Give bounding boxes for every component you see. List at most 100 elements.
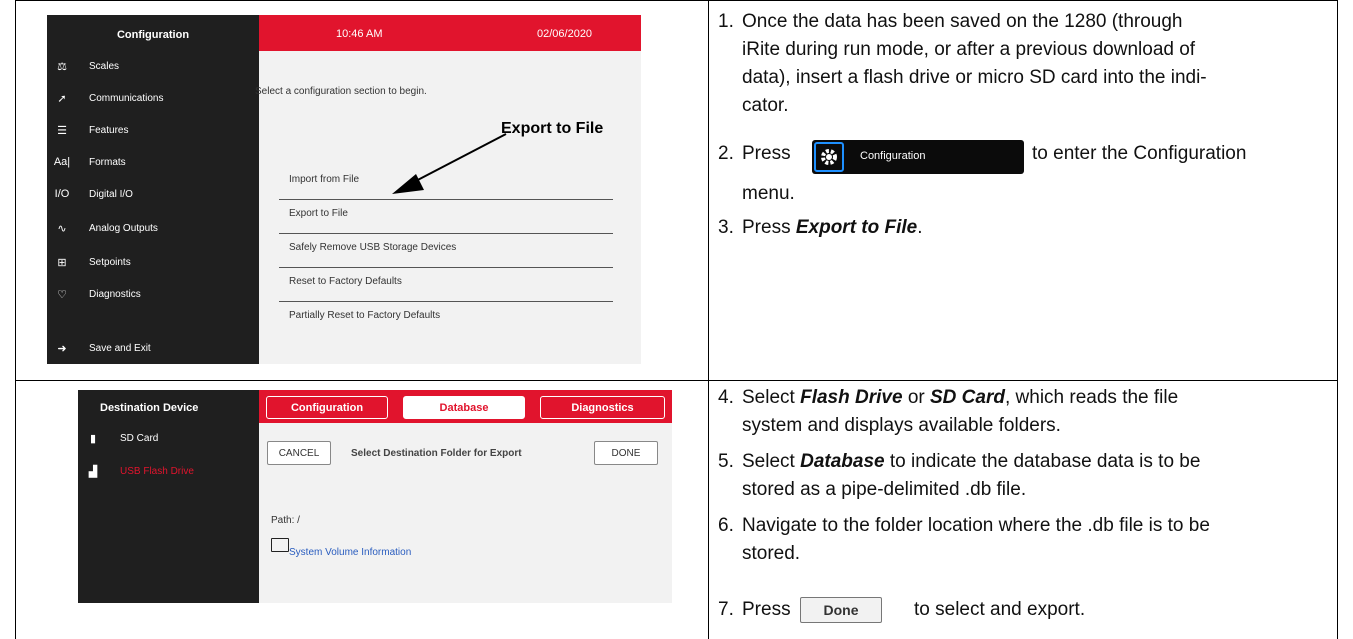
tab-diagnostics[interactable]: Diagnostics (540, 396, 665, 419)
step-6: 6. Navigate to the folder location where… (718, 512, 1328, 572)
sidebar-item-label: Communications (89, 92, 164, 104)
device-usb-flash-drive[interactable]: ▟ USB Flash Drive (78, 465, 259, 478)
table-border-top (15, 0, 1338, 1)
step-2-continuation: menu. (742, 183, 795, 204)
sidebar-item-communications[interactable]: ➚ Communications (47, 88, 259, 108)
menu-item-partial-reset[interactable]: Partially Reset to Factory Defaults (289, 310, 440, 321)
step-line: Navigate to the folder location where th… (742, 515, 1210, 536)
step-text: Once the data has been saved on the 1280… (742, 8, 1207, 120)
step-text-part: Select (742, 451, 795, 472)
sidebar-item-formats[interactable]: Aa| Formats (47, 152, 259, 172)
save-exit-icon: ➜ (57, 342, 67, 355)
menu-item-import[interactable]: Import from File (289, 174, 359, 185)
sidebar-title: Configuration (116, 29, 190, 41)
sidebar-item-setpoints[interactable]: ⊞ Setpoints (47, 252, 259, 272)
step-text-part: to indicate the database data is to be (889, 451, 1201, 472)
diagnostics-icon: ♡ (57, 288, 67, 301)
menu-item-reset[interactable]: Reset to Factory Defaults (289, 276, 402, 287)
step-emphasis: Flash Drive (800, 387, 903, 408)
sidebar-item-label: Diagnostics (89, 288, 141, 300)
sd-card-icon: ▮ (89, 433, 97, 445)
sidebar-item-diagnostics[interactable]: ♡ Diagnostics (47, 284, 259, 304)
step-text-part: or (907, 387, 925, 408)
analog-outputs-icon: ∿ (57, 222, 67, 235)
step-number: 5. (718, 451, 734, 472)
step-text: Press (742, 143, 791, 164)
table-divider-vertical (708, 0, 709, 639)
step-text: Select Flash Drive or SD Card, which rea… (742, 384, 1178, 440)
table-border-left (15, 0, 16, 639)
destination-sidebar: Destination Device (78, 390, 259, 603)
done-button[interactable]: DONE (594, 441, 658, 465)
menu-divider (279, 199, 613, 200)
step-text: Navigate to the folder location where th… (742, 512, 1210, 568)
scales-icon: ⚖ (57, 60, 67, 73)
time-readout: 10:46 AM (336, 28, 383, 40)
sidebar-item-analog-outputs[interactable]: ∿ Analog Outputs (47, 218, 259, 238)
tab-database[interactable]: Database (403, 396, 525, 419)
step-line: stored as a pipe-delimited .db file. (742, 479, 1027, 500)
tab-configuration[interactable]: Configuration (266, 396, 388, 419)
button-label: Configuration (860, 150, 926, 162)
sidebar-item-features[interactable]: ☰ Features (47, 120, 259, 140)
folder-prompt: Select Destination Folder for Export (351, 448, 522, 459)
sidebar-item-digital-i-o[interactable]: I/O Digital I/O (47, 184, 259, 204)
folder-icon (271, 538, 289, 552)
communications-icon: ➚ (57, 92, 67, 105)
step-text-part: . (917, 217, 923, 238)
config-prompt: Select a configuration section to begin. (255, 86, 427, 97)
sidebar-item-label: Analog Outputs (89, 222, 158, 234)
step-5: 5. Select Database to indicate the datab… (718, 448, 1328, 508)
step-emphasis: Export to File (795, 217, 918, 238)
step-text: to select and export. (914, 599, 1086, 620)
device-label: USB Flash Drive (120, 466, 194, 477)
menu-item-export[interactable]: Export to File (289, 208, 348, 219)
device-label: SD Card (120, 433, 159, 444)
step-line: stored. (742, 543, 801, 564)
device-sd-card[interactable]: ▮ SD Card (78, 432, 259, 445)
step-text-part: , which reads the file (1004, 387, 1179, 408)
status-header: 10:46 AM 02/06/2020 (259, 15, 641, 51)
step-line: Once the data has been saved on the 1280… (742, 11, 1183, 32)
date-readout: 02/06/2020 (537, 28, 593, 40)
step-text: Press (742, 599, 791, 620)
sidebar-item-label: Digital I/O (89, 188, 133, 200)
step-number: 4. (718, 387, 734, 408)
sidebar-item-save-and-exit[interactable]: ➜ Save and Exit (47, 338, 259, 358)
sidebar-item-label: Scales (89, 60, 120, 72)
step-number: 6. (718, 515, 734, 536)
step-4: 4. Select Flash Drive or SD Card, which … (718, 384, 1328, 444)
table-border-right (1337, 0, 1338, 639)
destination-title: Destination Device (100, 402, 199, 414)
step-number: 1. (718, 11, 734, 32)
configuration-button-illustration: Configuration (812, 140, 1024, 174)
done-button-illustration: Done (800, 597, 882, 623)
step-number: 3. (718, 217, 734, 238)
step-line: cator. (742, 95, 789, 116)
usb-drive-icon: ▟ (88, 466, 98, 478)
folder-item[interactable]: System Volume Information (289, 547, 411, 558)
sidebar-item-label: Setpoints (89, 256, 131, 268)
menu-item-safely-remove[interactable]: Safely Remove USB Storage Devices (289, 242, 456, 253)
path-label: Path: / (271, 515, 300, 526)
features-icon: ☰ (57, 124, 67, 137)
step-line: iRite during run mode, or after a previo… (742, 39, 1196, 60)
step-3: 3. Press Export to File. (718, 214, 1328, 244)
sidebar-item-label: Features (89, 124, 129, 136)
setpoints-icon: ⊞ (57, 256, 67, 269)
sidebar-item-scales[interactable]: ⚖ Scales (47, 56, 259, 76)
step-emphasis: Database (800, 451, 885, 472)
step-number: 7. (718, 599, 734, 620)
sidebar-item-label: Save and Exit (89, 342, 151, 354)
step-text: Press Export to File. (742, 214, 923, 242)
step-1: 1. Once the data has been saved on the 1… (718, 8, 1328, 128)
step-text-part: Select (742, 387, 795, 408)
step-emphasis: SD Card (930, 387, 1005, 408)
export-callout-label: Export to File (501, 120, 604, 137)
step-number: 2. (718, 143, 734, 164)
digital-io-icon: I/O (54, 188, 70, 200)
cancel-button[interactable]: CANCEL (267, 441, 331, 465)
step-text: to enter the Configuration (1032, 143, 1247, 164)
menu-divider (279, 267, 613, 268)
menu-divider (279, 301, 613, 302)
